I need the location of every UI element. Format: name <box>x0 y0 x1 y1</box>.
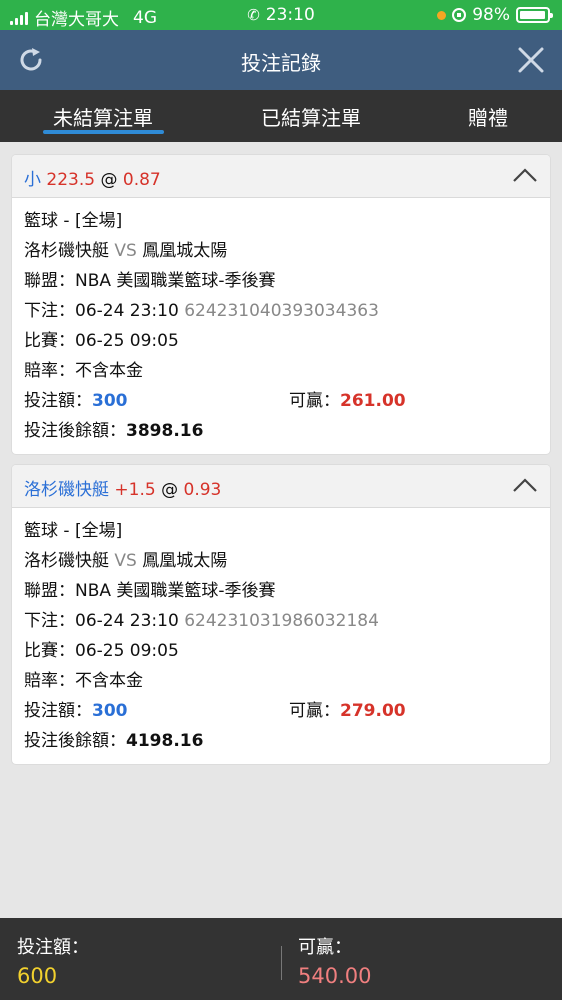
win-label: 可贏： <box>289 391 340 411</box>
stake-value: 300 <box>92 701 128 721</box>
sport-line: 籃球 - [全場] <box>24 521 123 541</box>
matchup: 洛杉磯快艇 VS 鳳凰城太陽 <box>24 546 538 576</box>
match-time-row: 比賽：06-25 09:05 <box>24 326 538 356</box>
phone-icon: ✆ <box>247 6 260 24</box>
app-header: 投注記錄 <box>0 30 562 90</box>
league-value: NBA 美國職業籃球-季後賽 <box>75 271 276 291</box>
bet-time-value: 06-24 23:10 <box>75 301 179 321</box>
odds-type-value: 不含本金 <box>75 361 143 381</box>
stake-row: 投注額：300 可贏：279.00 <box>24 696 538 726</box>
match-time-label: 比賽： <box>24 641 75 661</box>
win-value: 279.00 <box>340 701 406 721</box>
bet-card-header[interactable]: 洛杉磯快艇 +1.5 @ 0.93 <box>12 465 550 508</box>
team-away: 鳳凰城太陽 <box>142 241 228 261</box>
balance-row: 投注後餘額：3898.16 <box>24 416 538 446</box>
vs-label: VS <box>114 241 137 261</box>
close-icon[interactable] <box>516 45 546 75</box>
stake-label: 投注額： <box>24 391 92 411</box>
ticket-id: 624231040393034363 <box>184 301 379 321</box>
team-away: 鳳凰城太陽 <box>142 551 228 571</box>
tab-unsettled[interactable]: 未結算注單 <box>53 102 153 131</box>
total-stake-value: 600 <box>17 964 58 988</box>
summary-divider <box>281 946 282 980</box>
balance-label: 投注後餘額： <box>24 421 126 441</box>
match-time-value: 06-25 09:05 <box>75 331 179 351</box>
bet-selection: 洛杉磯快艇 <box>24 480 109 500</box>
team-home: 洛杉磯快艇 <box>24 241 109 261</box>
balance-value: 3898.16 <box>126 421 204 441</box>
win-label: 可贏： <box>289 701 340 721</box>
chevron-up-icon[interactable] <box>512 475 538 495</box>
vs-label: VS <box>114 551 137 571</box>
bet-line: 223.5 <box>46 170 96 190</box>
league-label: 聯盟： <box>24 581 75 601</box>
bet-time-row: 下注：06-24 23:10 624231031986032184 <box>24 606 538 636</box>
bet-at-sign: @ <box>100 170 118 190</box>
stake-label: 投注額： <box>24 701 92 721</box>
odds-type-value: 不含本金 <box>75 671 143 691</box>
league-value: NBA 美國職業籃球-季後賽 <box>75 581 276 601</box>
match-time-label: 比賽： <box>24 331 75 351</box>
bet-time-label: 下注： <box>24 301 75 321</box>
league-row: 聯盟：NBA 美國職業籃球-季後賽 <box>24 576 538 606</box>
odds-type-label: 賠率： <box>24 361 75 381</box>
bet-time-row: 下注：06-24 23:10 624231040393034363 <box>24 296 538 326</box>
league-row: 聯盟：NBA 美國職業籃球-季後賽 <box>24 266 538 296</box>
bet-card-header[interactable]: 小 223.5 @ 0.87 <box>12 155 550 198</box>
bet-card: 洛杉磯快艇 +1.5 @ 0.93 籃球 - [全場] 洛杉磯快艇 VS 鳳凰城… <box>12 465 550 764</box>
battery-percent: 98% <box>472 5 510 25</box>
win-value: 261.00 <box>340 391 406 411</box>
total-stake-label: 投注額： <box>17 937 89 958</box>
match-time-row: 比賽：06-25 09:05 <box>24 636 538 666</box>
bet-selection: 小 <box>24 170 41 190</box>
status-bar: 台灣大哥大 4G ✆ 23:10 98% <box>0 0 562 30</box>
total-win-label: 可贏： <box>298 937 352 958</box>
orange-dot-icon <box>437 10 447 20</box>
match-time-value: 06-25 09:05 <box>75 641 179 661</box>
ticket-id: 624231031986032184 <box>184 611 379 631</box>
active-tab-indicator <box>43 130 164 134</box>
balance-row: 投注後餘額：4198.16 <box>24 726 538 756</box>
bet-time-value: 06-24 23:10 <box>75 611 179 631</box>
battery-charging-icon <box>516 7 553 23</box>
total-win-value: 540.00 <box>298 964 372 988</box>
balance-value: 4198.16 <box>126 731 204 751</box>
summary-bar: 投注額： 600 可贏： 540.00 <box>0 918 562 1000</box>
tab-bar: 未結算注單 已結算注單 贈禮 <box>0 90 562 142</box>
balance-label: 投注後餘額： <box>24 731 126 751</box>
tab-gifts[interactable]: 贈禮 <box>468 102 508 131</box>
rotation-lock-icon <box>452 8 467 22</box>
bet-at-sign: @ <box>161 480 179 500</box>
page-title: 投注記錄 <box>241 51 321 75</box>
odds-type-row: 賠率：不含本金 <box>24 356 538 386</box>
odds-type-label: 賠率： <box>24 671 75 691</box>
matchup: 洛杉磯快艇 VS 鳳凰城太陽 <box>24 236 538 266</box>
team-home: 洛杉磯快艇 <box>24 551 109 571</box>
stake-value: 300 <box>92 391 128 411</box>
chevron-up-icon[interactable] <box>512 165 538 185</box>
tab-settled[interactable]: 已結算注單 <box>261 102 361 131</box>
stake-row: 投注額：300 可贏：261.00 <box>24 386 538 416</box>
league-label: 聯盟： <box>24 271 75 291</box>
bet-card: 小 223.5 @ 0.87 籃球 - [全場] 洛杉磯快艇 VS 鳳凰城太陽 … <box>12 155 550 454</box>
bet-odds: 0.93 <box>183 480 222 500</box>
bet-time-label: 下注： <box>24 611 75 631</box>
bet-odds: 0.87 <box>122 170 161 190</box>
sport-line: 籃球 - [全場] <box>24 211 123 231</box>
bet-line: +1.5 <box>114 480 156 500</box>
clock: 23:10 <box>265 5 315 25</box>
odds-type-row: 賠率：不含本金 <box>24 666 538 696</box>
